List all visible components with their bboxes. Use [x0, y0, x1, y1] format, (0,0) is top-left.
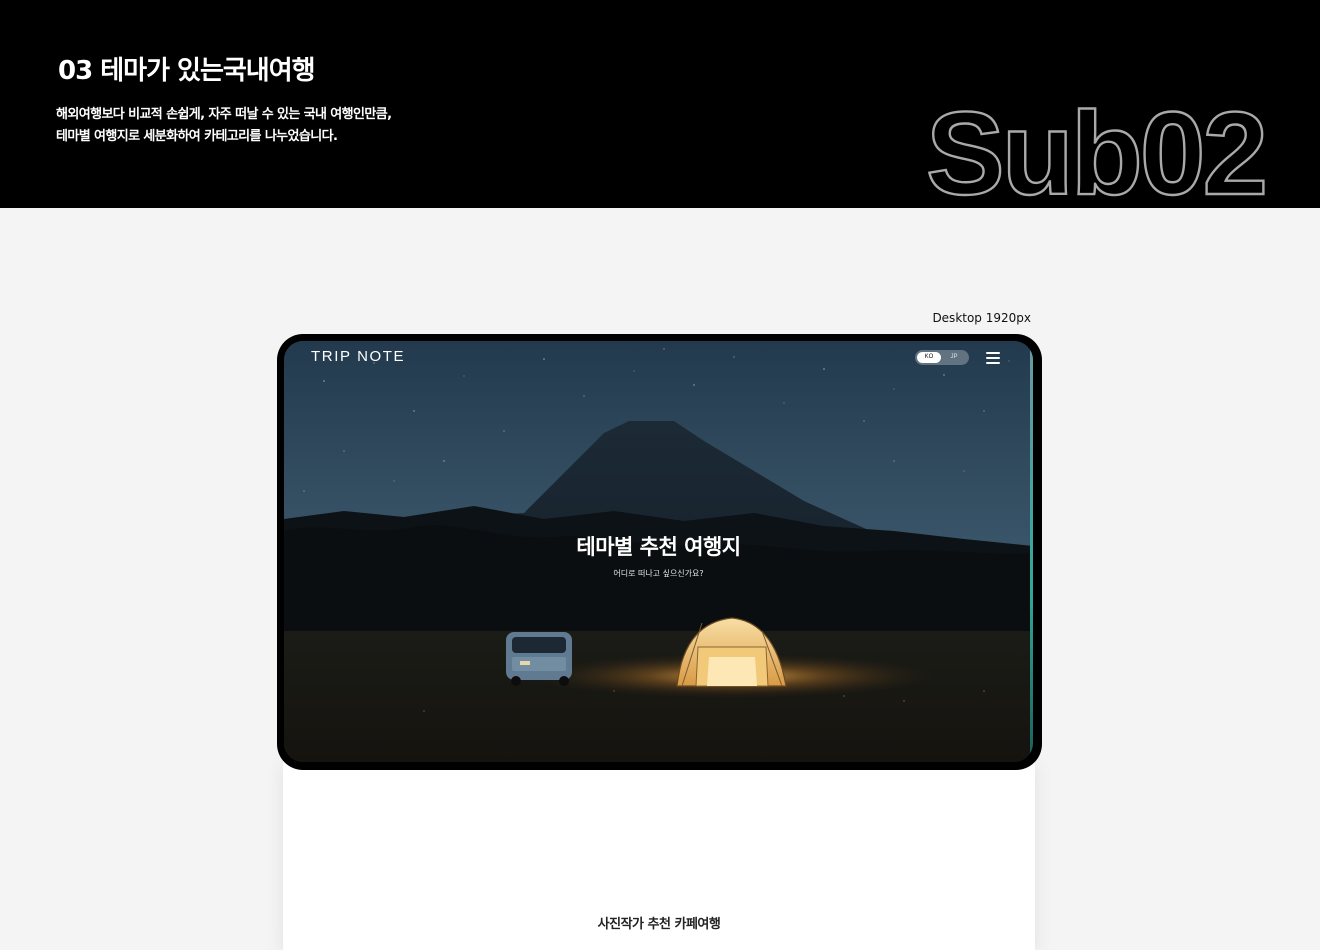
- language-option-ko[interactable]: KO: [917, 352, 941, 363]
- sub-page-outline-text: Sub02: [926, 88, 1265, 204]
- section-description-line: 해외여행보다 비교적 손쉽게, 자주 떠날 수 있는 국내 여행인만큼,: [56, 107, 392, 122]
- viewport-label: Desktop 1920px: [932, 311, 1031, 325]
- page-preview-below-fold: 사진작가 추천 카페여행: [283, 760, 1035, 950]
- sub-page-outline-mark: Sub02: [925, 87, 1270, 204]
- desktop-mockup-frame: TRIP NOTE KO JP 테마별 추천 여행지 어디로 떠나고 싶으신가요…: [277, 334, 1042, 770]
- hamburger-menu-icon[interactable]: [986, 352, 1000, 364]
- section-title: 03 테마가 있는국내여행: [58, 56, 316, 86]
- language-switch[interactable]: KO JP: [915, 350, 969, 365]
- section-description-line: 테마별 여행지로 세분화하여 카테고리를 나누었습니다.: [56, 129, 338, 144]
- site-logo[interactable]: TRIP NOTE: [311, 348, 405, 365]
- camper-van: [506, 632, 572, 686]
- section-description: 해외여행보다 비교적 손쉽게, 자주 떠날 수 있는 국내 여행인만큼, 테마별…: [56, 104, 392, 148]
- language-option-jp[interactable]: JP: [942, 352, 966, 363]
- intro-banner: 03 테마가 있는국내여행 해외여행보다 비교적 손쉽게, 자주 떠날 수 있는…: [0, 0, 1320, 208]
- hero-subtitle: 어디로 떠나고 싶으신가요?: [613, 569, 704, 578]
- next-section-caption: 사진작가 추천 카페여행: [597, 917, 721, 932]
- hero-title: 테마별 추천 여행지: [576, 535, 741, 559]
- website-screen: TRIP NOTE KO JP 테마별 추천 여행지 어디로 떠나고 싶으신가요…: [284, 341, 1033, 762]
